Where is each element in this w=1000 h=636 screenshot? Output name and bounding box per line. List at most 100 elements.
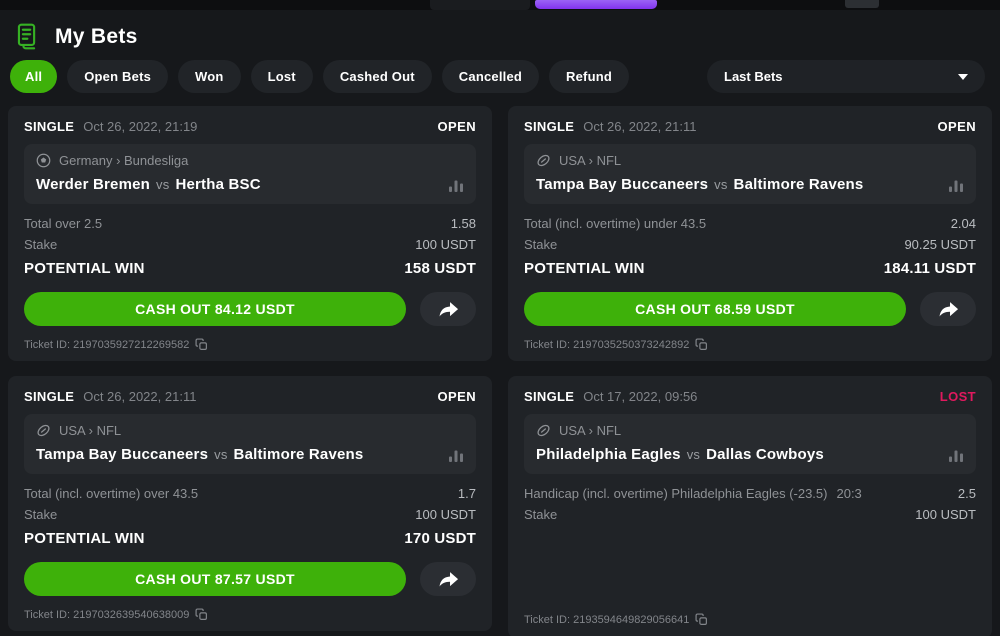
- filter-tab-won[interactable]: Won: [178, 60, 241, 93]
- stake-label: Stake: [524, 507, 557, 522]
- bet-card-header: SINGLE Oct 17, 2022, 09:56 LOST: [524, 389, 976, 404]
- filter-tab-open-bets[interactable]: Open Bets: [67, 60, 168, 93]
- market-odds: 1.7: [458, 486, 476, 501]
- copy-icon[interactable]: [195, 338, 208, 351]
- last-bets-dropdown[interactable]: Last Bets: [707, 60, 985, 93]
- match-title: Philadelphia Eagles vs Dallas Cowboys: [536, 446, 964, 463]
- bet-type-label: SINGLE: [524, 119, 574, 134]
- market-odds: 1.58: [451, 216, 476, 231]
- bet-card-header: SINGLE Oct 26, 2022, 21:11 OPEN: [24, 389, 476, 404]
- home-team: Philadelphia Eagles: [536, 446, 681, 463]
- vs-label: vs: [156, 177, 169, 192]
- american-football-icon: [36, 423, 51, 438]
- stats-icon[interactable]: [948, 178, 964, 192]
- cash-out-button[interactable]: CASH OUT 84.12 USDT: [24, 292, 406, 326]
- stake-label: Stake: [24, 237, 57, 252]
- market-row: Handicap (incl. overtime) Philadelphia E…: [524, 483, 976, 504]
- vs-label: vs: [687, 447, 700, 462]
- potential-win-label: POTENTIAL WIN: [524, 260, 645, 277]
- bet-date: Oct 26, 2022, 21:11: [583, 119, 696, 134]
- copy-icon[interactable]: [695, 338, 708, 351]
- american-football-icon: [536, 153, 551, 168]
- league-row: USA › NFL: [36, 423, 464, 438]
- league-label: USA › NFL: [59, 423, 121, 438]
- nav-active-button[interactable]: [535, 0, 657, 9]
- potential-win-label: POTENTIAL WIN: [24, 260, 145, 277]
- potential-win-row: POTENTIAL WIN 158 USDT: [24, 255, 476, 281]
- share-icon: [938, 301, 959, 318]
- bet-card: SINGLE Oct 26, 2022, 21:11 OPEN USA › NF…: [8, 376, 492, 631]
- american-football-icon: [536, 423, 551, 438]
- match-title: Tampa Bay Buccaneers vs Baltimore Ravens: [36, 446, 464, 463]
- bet-date: Oct 26, 2022, 21:11: [83, 389, 196, 404]
- ticket-row: Ticket ID: 2197035927212269582: [24, 338, 476, 351]
- market-row: Total over 2.5 1.58: [24, 213, 476, 234]
- market-row: Total (incl. overtime) over 43.5 1.7: [24, 483, 476, 504]
- share-button[interactable]: [920, 292, 976, 326]
- potential-win-row: POTENTIAL WIN 184.11 USDT: [524, 255, 976, 281]
- filter-tab-all[interactable]: All: [10, 60, 57, 93]
- ticket-row: Ticket ID: 2193594649829056641: [524, 613, 976, 626]
- filter-tab-cancelled[interactable]: Cancelled: [442, 60, 539, 93]
- copy-icon[interactable]: [195, 608, 208, 621]
- stats-icon[interactable]: [948, 448, 964, 462]
- filter-tab-lost[interactable]: Lost: [251, 60, 313, 93]
- match-block: USA › NFL Tampa Bay Buccaneers vs Baltim…: [24, 414, 476, 474]
- bet-card: SINGLE Oct 26, 2022, 21:19 OPEN Germany …: [8, 106, 492, 361]
- ticket-id: Ticket ID: 2197035250373242892: [524, 339, 689, 351]
- ticket-row: Ticket ID: 2197035250373242892: [524, 338, 976, 351]
- vs-label: vs: [214, 447, 227, 462]
- bet-card: SINGLE Oct 26, 2022, 21:11 OPEN USA › NF…: [508, 106, 992, 361]
- bet-card-header: SINGLE Oct 26, 2022, 21:19 OPEN: [24, 119, 476, 134]
- match-block: USA › NFL Philadelphia Eagles vs Dallas …: [524, 414, 976, 474]
- status-badge: LOST: [940, 389, 976, 404]
- league-label: USA › NFL: [559, 423, 621, 438]
- match-title: Tampa Bay Buccaneers vs Baltimore Ravens: [536, 176, 964, 193]
- stats-icon[interactable]: [448, 448, 464, 462]
- share-button[interactable]: [420, 292, 476, 326]
- ticket-row: Ticket ID: 2197032639540638009: [24, 608, 476, 621]
- stake-value: 90.25 USDT: [904, 237, 976, 252]
- market-label: Total over 2.5: [24, 216, 102, 231]
- filter-tab-refund[interactable]: Refund: [549, 60, 629, 93]
- share-icon: [438, 571, 459, 588]
- ticket-id: Ticket ID: 2197035927212269582: [24, 339, 189, 351]
- page-title: My Bets: [55, 25, 138, 49]
- potential-win-value: 170 USDT: [404, 530, 476, 547]
- match-title: Werder Bremen vs Hertha BSC: [36, 176, 464, 193]
- page-header: My Bets: [0, 10, 1000, 60]
- league-row: USA › NFL: [536, 423, 964, 438]
- stake-label: Stake: [24, 507, 57, 522]
- stats-icon[interactable]: [448, 178, 464, 192]
- stake-label: Stake: [524, 237, 557, 252]
- bet-date: Oct 26, 2022, 21:19: [83, 119, 197, 134]
- bet-type-label: SINGLE: [524, 389, 574, 404]
- cash-out-button[interactable]: CASH OUT 87.57 USDT: [24, 562, 406, 596]
- ticket-id: Ticket ID: 2197032639540638009: [24, 609, 189, 621]
- home-team: Tampa Bay Buccaneers: [36, 446, 208, 463]
- market-label: Total (incl. overtime) over 43.5: [24, 486, 198, 501]
- market-row: Total (incl. overtime) under 43.5 2.04: [524, 213, 976, 234]
- stake-value: 100 USDT: [415, 237, 476, 252]
- bet-card: SINGLE Oct 17, 2022, 09:56 LOST USA › NF…: [508, 376, 992, 636]
- nav-tab-ghost: [430, 0, 530, 10]
- league-label: Germany › Bundesliga: [59, 153, 188, 168]
- market-odds: 2.04: [951, 216, 976, 231]
- chevron-down-icon: [958, 74, 968, 80]
- match-block: USA › NFL Tampa Bay Buccaneers vs Baltim…: [524, 144, 976, 204]
- filter-bar: All Open Bets Won Lost Cashed Out Cancel…: [0, 60, 1000, 93]
- bet-cards-grid: SINGLE Oct 26, 2022, 21:19 OPEN Germany …: [0, 106, 1000, 636]
- filter-tab-cashed-out[interactable]: Cashed Out: [323, 60, 432, 93]
- away-team: Dallas Cowboys: [706, 446, 824, 463]
- potential-win-value: 158 USDT: [404, 260, 476, 277]
- copy-icon[interactable]: [695, 613, 708, 626]
- bet-type-label: SINGLE: [24, 119, 74, 134]
- my-bets-icon: [15, 23, 42, 50]
- home-team: Werder Bremen: [36, 176, 150, 193]
- cash-out-button[interactable]: CASH OUT 68.59 USDT: [524, 292, 906, 326]
- share-button[interactable]: [420, 562, 476, 596]
- stake-row: Stake 100 USDT: [524, 504, 976, 525]
- home-team: Tampa Bay Buccaneers: [536, 176, 708, 193]
- away-team: Hertha BSC: [175, 176, 260, 193]
- potential-win-label: POTENTIAL WIN: [24, 530, 145, 547]
